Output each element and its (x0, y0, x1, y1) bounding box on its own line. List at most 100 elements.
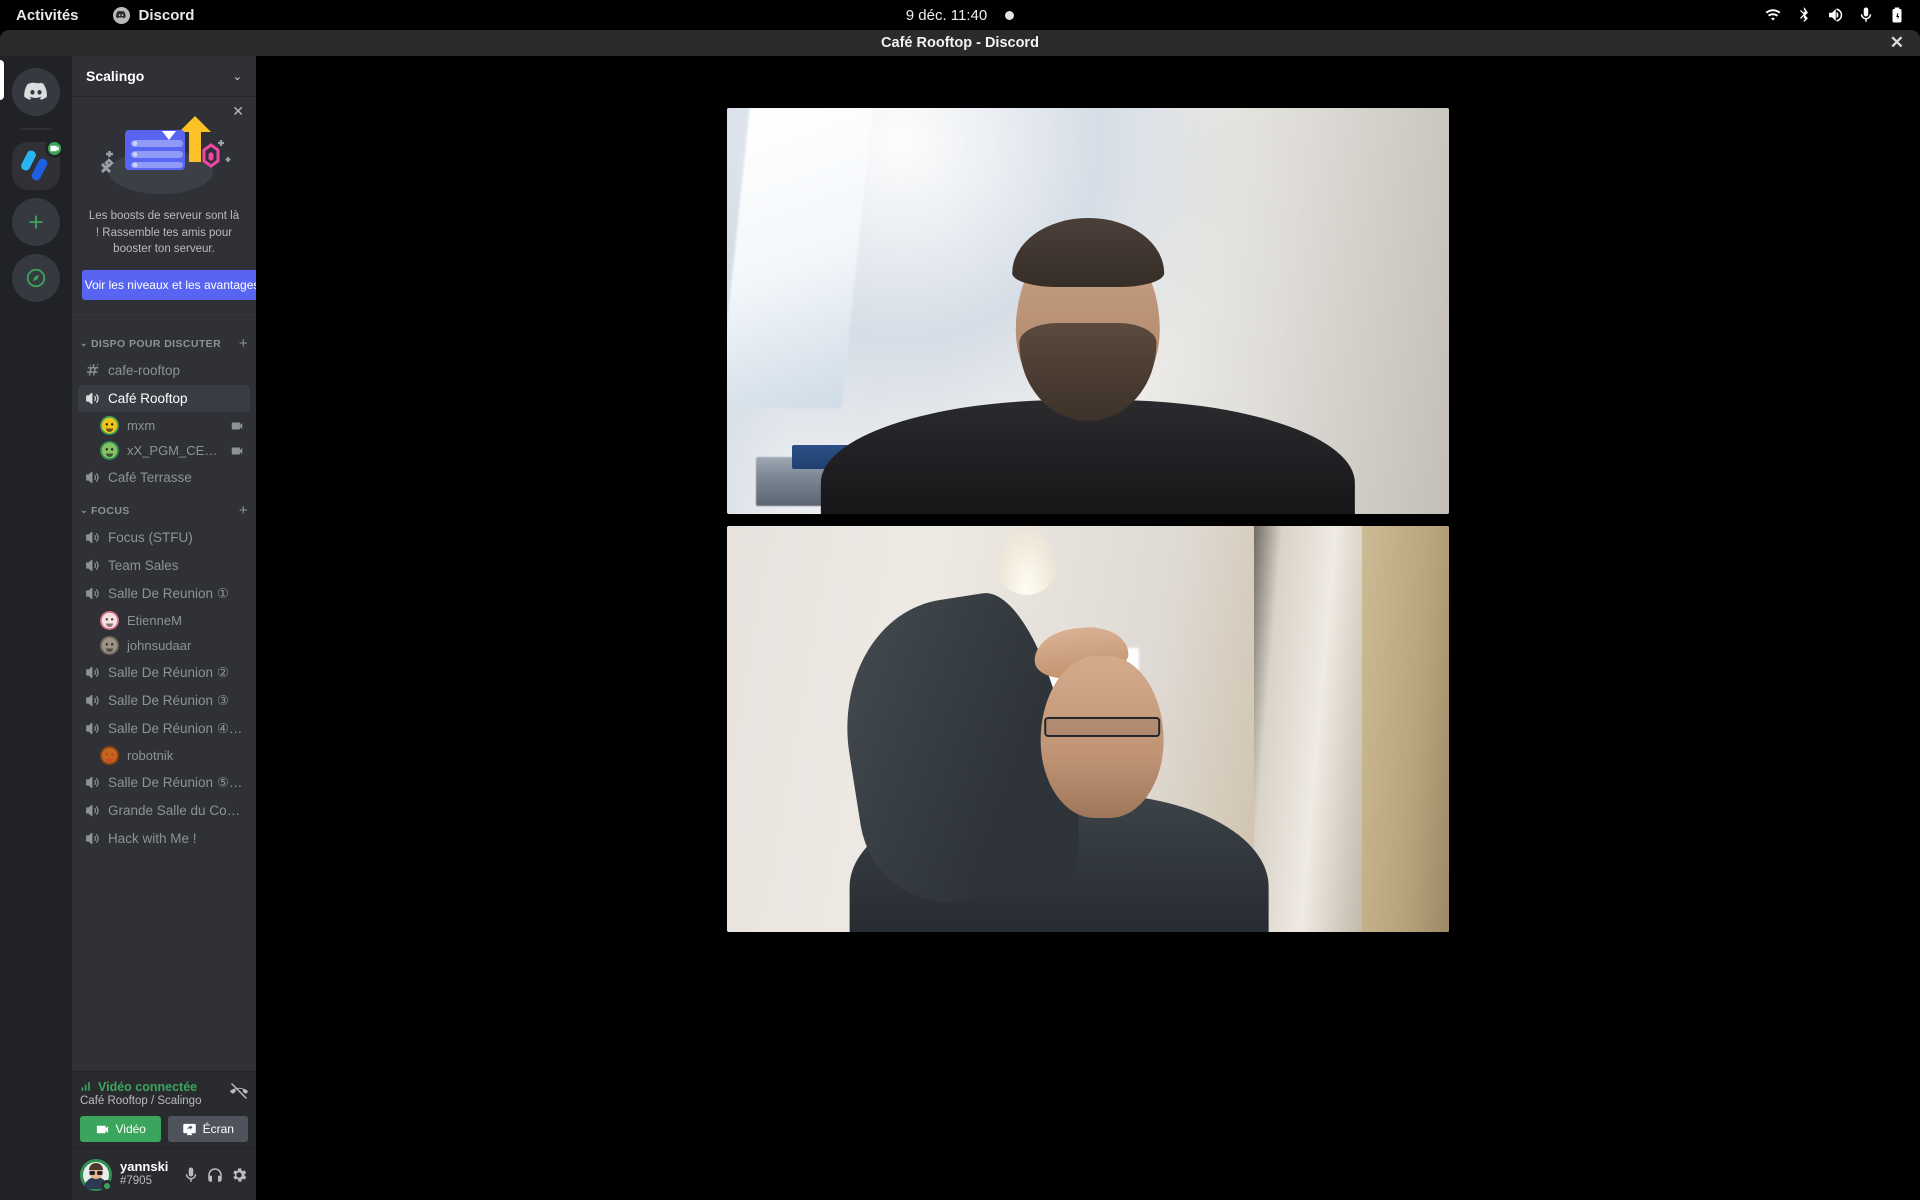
create-channel-icon[interactable]: + (239, 335, 248, 352)
hash-icon (86, 364, 99, 376)
channel-category-2[interactable]: ⌄ FOCUS + (72, 492, 256, 523)
user-discriminator: #7905 (120, 1175, 152, 1188)
voice-user-name: xX_PGM_CEO_Xx (127, 443, 222, 459)
voice-user-johnsudaar[interactable]: johnsudaar (94, 633, 250, 658)
category-label: FOCUS (90, 504, 130, 517)
avatar (100, 611, 119, 631)
discord-app: Scalingo ⌄ ✕ Les boosts de serveur sont … (0, 56, 1920, 1200)
avatar[interactable] (80, 1158, 113, 1192)
server-scalingo[interactable] (12, 139, 64, 190)
wood-panel (1362, 526, 1449, 932)
channel-salle-de-r-union[interactable]: Salle De Réunion ② (78, 659, 250, 686)
server-boost-promo: ✕ Les boosts de serveur sont là ! Rassem… (72, 96, 262, 316)
channel-salle-de-reunion[interactable]: Salle De Reunion ① (78, 580, 250, 607)
channel-team-sales[interactable]: Team Sales (78, 552, 250, 579)
view-boost-levels-button[interactable]: Voir les niveaux et les avantages (82, 270, 262, 301)
voice-user-robotnik[interactable]: robotnik (94, 743, 250, 768)
voice-user-etiennem[interactable]: EtienneM (94, 608, 250, 633)
bluetooth-icon (1800, 7, 1808, 22)
os-system-tray[interactable] (1764, 0, 1906, 30)
active-server-pill (0, 60, 4, 100)
video-badge (45, 139, 64, 158)
channel-category-1[interactable]: ⌄ DISPO POUR DISCUTER + (72, 325, 256, 356)
speaker-icon (86, 531, 99, 544)
video-tile-top[interactable] (727, 108, 1449, 514)
voice-status-label: Vidéo connectée (98, 1080, 198, 1094)
voice-user-mxm[interactable]: mxm (94, 413, 250, 438)
channel-label: Hack with Me ! (108, 831, 197, 847)
speaker-icon (86, 776, 99, 789)
speaker-icon (86, 471, 99, 484)
user-panel: yannski #7905 (72, 1148, 256, 1200)
battery-charging-icon (1892, 7, 1902, 23)
channel-list[interactable]: ⌄ DISPO POUR DISCUTER + cafe-rooftop Café Ro… (72, 315, 256, 1071)
speaker-icon (86, 587, 99, 600)
explore-servers-button[interactable] (12, 254, 60, 302)
channel-salle-de-r-union[interactable]: Salle De Réunion ③ (78, 687, 250, 714)
channel-grande-salle-du-conseil[interactable]: Grande Salle du Conseil (78, 797, 250, 824)
voice-status-row: Vidéo connectée Café Rooftop / Scalingo (80, 1080, 248, 1107)
participant-glasses (1044, 716, 1161, 738)
discord-home-icon (24, 82, 47, 100)
channel-label: Grande Salle du Conseil (108, 803, 244, 819)
channel-salle-de-r-union-ave[interactable]: Salle De Réunion ④ (Ave… (78, 715, 250, 742)
voice-location: Café Rooftop / Scalingo (80, 1095, 202, 1107)
os-top-bar-left: Activités Discord (0, 6, 195, 24)
screen-share-icon (182, 1123, 196, 1135)
voice-action-buttons: Vidéo Écran (80, 1116, 248, 1142)
window-title: Café Rooftop - Discord (881, 35, 1039, 51)
avatar (100, 416, 119, 436)
disconnect-call-icon[interactable] (230, 1082, 248, 1100)
video-button-label: Vidéo (115, 1122, 146, 1136)
speaker-icon (86, 559, 99, 572)
participant-video-mxm (727, 108, 1449, 514)
rail-divider (20, 128, 52, 130)
app-menu-discord[interactable]: Discord (112, 6, 195, 24)
channel-caf-terrasse[interactable]: Café Terrasse (78, 464, 250, 491)
wifi-icon (1765, 9, 1781, 21)
chevron-down-icon: ⌄ (232, 70, 242, 83)
channel-label: Salle De Réunion ⑤ (Ave… (108, 774, 244, 790)
speaker-icon (86, 832, 99, 845)
channel-label: Team Sales (108, 558, 179, 574)
activities-button[interactable]: Activités (16, 7, 79, 24)
deafen-headphones-button[interactable] (206, 1166, 224, 1184)
video-button[interactable]: Vidéo (80, 1116, 161, 1142)
screen-share-button[interactable]: Écran (167, 1116, 248, 1142)
channel-salle-de-r-union-ave[interactable]: Salle De Réunion ⑤ (Ave… (78, 769, 250, 796)
record-dot-icon (1005, 10, 1015, 20)
plus-icon (29, 215, 43, 229)
user-controls (182, 1166, 248, 1184)
home-button[interactable] (12, 68, 60, 116)
add-server-button[interactable] (12, 198, 60, 246)
speaker-icon (86, 722, 99, 735)
ceiling-lamp (994, 526, 1060, 596)
server-name: Scalingo (86, 68, 145, 84)
participant-video-xx-pgm-ceo-xx (727, 526, 1449, 932)
channel-label: Salle De Réunion ③ (108, 692, 229, 708)
channel-cafe-rooftop[interactable]: cafe-rooftop (78, 357, 250, 384)
voice-status: Vidéo connectée (80, 1080, 201, 1094)
camera-icon (231, 422, 243, 430)
close-window-button[interactable]: ✕ (1890, 30, 1904, 56)
screen-share-button-label: Écran (202, 1122, 234, 1136)
app-menu-label: Discord (138, 6, 195, 24)
video-tile-bottom[interactable] (727, 526, 1449, 932)
speaker-icon (86, 694, 99, 707)
boost-art-icon (100, 116, 231, 194)
mute-microphone-button[interactable] (182, 1166, 200, 1184)
participant-head (1041, 655, 1164, 819)
voice-user-xx-pgm-ceo-xx[interactable]: xX_PGM_CEO_Xx (94, 438, 250, 463)
system-clock[interactable]: 9 déc. 11:40 (906, 7, 987, 24)
channel-label: Focus (STFU) (108, 530, 193, 546)
create-channel-icon[interactable]: + (239, 502, 248, 519)
os-top-bar-center: 9 déc. 11:40 (0, 0, 1920, 30)
channel-label: cafe-rooftop (108, 363, 181, 379)
channel-focus-stfu[interactable]: Focus (STFU) (78, 524, 250, 551)
speaker-icon (86, 804, 99, 817)
channel-label: Café Terrasse (108, 470, 192, 486)
server-header[interactable]: Scalingo ⌄ (72, 56, 256, 96)
channel-caf-rooftop[interactable]: Café Rooftop (78, 385, 250, 413)
channel-hack-with-me[interactable]: Hack with Me ! (78, 825, 250, 852)
user-settings-button[interactable] (230, 1166, 248, 1184)
